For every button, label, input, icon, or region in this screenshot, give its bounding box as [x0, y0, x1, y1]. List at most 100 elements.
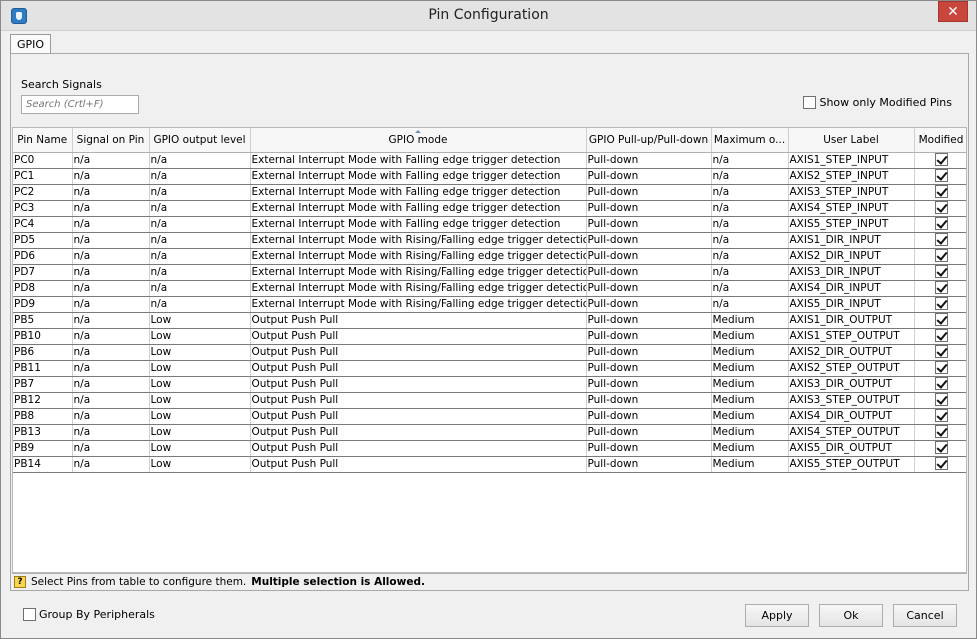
modified-checkbox[interactable] — [934, 296, 948, 310]
table-cell: Medium — [711, 376, 789, 393]
table-cell: Low — [149, 392, 251, 409]
table-cell: Pull-down — [586, 168, 712, 185]
table-cell: AXIS1_STEP_OUTPUT — [788, 328, 915, 345]
tab-gpio[interactable]: GPIO — [10, 34, 52, 54]
modified-checkbox[interactable] — [934, 200, 948, 214]
table-cell: n/a — [711, 264, 789, 281]
table-cell: AXIS1_STEP_INPUT — [788, 152, 915, 169]
show-modified-checkbox[interactable] — [803, 96, 817, 109]
column-header[interactable]: GPIO output level — [149, 128, 251, 153]
table-cell: Pull-down — [586, 296, 712, 313]
table-cell: External Interrupt Mode with Falling edg… — [250, 200, 587, 217]
ok-button[interactable]: Ok — [819, 604, 883, 627]
modified-cell — [914, 344, 966, 361]
hint-bar: ? Select Pins from table to configure th… — [12, 573, 967, 589]
table-row[interactable]: PC3 n/a n/a External Interrupt Mode with Fa… — [13, 200, 966, 217]
modified-checkbox[interactable] — [934, 344, 948, 358]
column-header[interactable]: GPIO Pull-up/Pull-down — [586, 128, 712, 153]
show-only-modified-toggle[interactable]: Show only Modified Pins — [803, 96, 952, 109]
modified-cell — [914, 248, 966, 265]
table-row[interactable]: PC1 n/a n/a External Interrupt Mode with Fa… — [13, 168, 966, 185]
modified-checkbox[interactable] — [934, 216, 948, 230]
table-row[interactable]: PD9 n/a n/a External Interrupt Mode with Ri… — [13, 296, 966, 313]
table-row[interactable]: PB13 n/a Low Output Push Pull Pull-down Mediu… — [13, 424, 966, 441]
table-cell: n/a — [72, 280, 150, 297]
table-cell: Pull-down — [586, 264, 712, 281]
modified-cell — [914, 280, 966, 297]
modified-checkbox[interactable] — [934, 248, 948, 262]
modified-cell — [914, 312, 966, 329]
title-bar[interactable]: Pin Configuration ✕ — [1, 1, 976, 31]
table-cell: Low — [149, 424, 251, 441]
table-row[interactable]: PB14 n/a Low Output Push Pull Pull-down Mediu… — [13, 456, 966, 473]
table-row[interactable]: PD7 n/a n/a External Interrupt Mode with Ri… — [13, 264, 966, 281]
close-button[interactable]: ✕ — [938, 1, 968, 22]
pin-table[interactable]: Pin Name Signal on Pin GPIO output level… — [12, 127, 967, 573]
search-input[interactable] — [21, 95, 139, 114]
cancel-button[interactable]: Cancel — [893, 604, 957, 627]
group-by-peripherals-toggle[interactable]: Group By Peripherals — [23, 608, 155, 621]
table-row[interactable]: PB7 n/a Low Output Push Pull Pull-down Medium… — [13, 376, 966, 393]
table-row[interactable]: PB9 n/a Low Output Push Pull Pull-down Medium… — [13, 440, 966, 457]
table-cell: n/a — [711, 216, 789, 233]
hint-bold-text: Multiple selection is Allowed. — [251, 575, 425, 588]
table-cell: PD9 — [13, 296, 73, 313]
table-row[interactable]: PB10 n/a Low Output Push Pull Pull-down Mediu… — [13, 328, 966, 345]
table-row[interactable]: PB12 n/a Low Output Push Pull Pull-down Mediu… — [13, 392, 966, 409]
modified-checkbox[interactable] — [934, 152, 948, 166]
modified-checkbox[interactable] — [934, 360, 948, 374]
modified-checkbox[interactable] — [934, 424, 948, 438]
table-cell: PB13 — [13, 424, 73, 441]
table-cell: Medium — [711, 408, 789, 425]
table-cell: n/a — [72, 152, 150, 169]
modified-checkbox[interactable] — [934, 168, 948, 182]
modified-cell — [914, 408, 966, 425]
modified-checkbox[interactable] — [934, 280, 948, 294]
table-row[interactable]: PD6 n/a n/a External Interrupt Mode with Ri… — [13, 248, 966, 265]
table-cell: n/a — [72, 296, 150, 313]
window-title: Pin Configuration — [428, 7, 549, 23]
table-cell: Pull-down — [586, 312, 712, 329]
table-cell: AXIS5_STEP_OUTPUT — [788, 456, 915, 473]
column-header[interactable]: Maximum o... — [711, 128, 789, 153]
column-header[interactable]: Signal on Pin — [72, 128, 150, 153]
table-cell: AXIS5_DIR_OUTPUT — [788, 440, 915, 457]
table-cell: PC3 — [13, 200, 73, 217]
table-cell: PB7 — [13, 376, 73, 393]
table-cell: n/a — [72, 232, 150, 249]
modified-checkbox[interactable] — [934, 328, 948, 342]
modified-checkbox[interactable] — [934, 264, 948, 278]
table-row[interactable]: PD8 n/a n/a External Interrupt Mode with Ri… — [13, 280, 966, 297]
table-cell: n/a — [72, 376, 150, 393]
table-row[interactable]: PC2 n/a n/a External Interrupt Mode with Fa… — [13, 184, 966, 201]
column-header-sorted[interactable]: GPIO mode — [250, 128, 587, 153]
modified-checkbox[interactable] — [934, 312, 948, 326]
table-row[interactable]: PB8 n/a Low Output Push Pull Pull-down Medium… — [13, 408, 966, 425]
table-row[interactable]: PC4 n/a n/a External Interrupt Mode with Fa… — [13, 216, 966, 233]
table-row[interactable]: PB11 n/a Low Output Push Pull Pull-down Mediu… — [13, 360, 966, 377]
table-body: PC0 n/a n/a External Interrupt Mode with Fa… — [13, 152, 966, 473]
group-by-checkbox[interactable] — [23, 608, 36, 621]
modified-checkbox[interactable] — [934, 440, 948, 454]
modified-checkbox[interactable] — [934, 456, 948, 470]
table-cell: Medium — [711, 392, 789, 409]
column-header[interactable]: Modified — [914, 128, 966, 153]
modified-checkbox[interactable] — [934, 376, 948, 390]
modified-cell — [914, 200, 966, 217]
table-cell: External Interrupt Mode with Falling edg… — [250, 152, 587, 169]
column-header[interactable]: User Label — [788, 128, 915, 153]
modified-checkbox[interactable] — [934, 184, 948, 198]
table-row[interactable]: PD5 n/a n/a External Interrupt Mode with Ri… — [13, 232, 966, 249]
modified-checkbox[interactable] — [934, 408, 948, 422]
table-row[interactable]: PC0 n/a n/a External Interrupt Mode with Fa… — [13, 152, 966, 169]
modified-checkbox[interactable] — [934, 392, 948, 406]
help-icon: ? — [14, 575, 26, 588]
modified-cell — [914, 328, 966, 345]
table-cell: AXIS1_DIR_INPUT — [788, 232, 915, 249]
apply-button[interactable]: Apply — [745, 604, 809, 627]
table-row[interactable]: PB6 n/a Low Output Push Pull Pull-down Medium… — [13, 344, 966, 361]
table-cell: External Interrupt Mode with Falling edg… — [250, 168, 587, 185]
column-header[interactable]: Pin Name — [13, 128, 73, 153]
table-row[interactable]: PB5 n/a Low Output Push Pull Pull-down Medium… — [13, 312, 966, 329]
modified-checkbox[interactable] — [934, 232, 948, 246]
